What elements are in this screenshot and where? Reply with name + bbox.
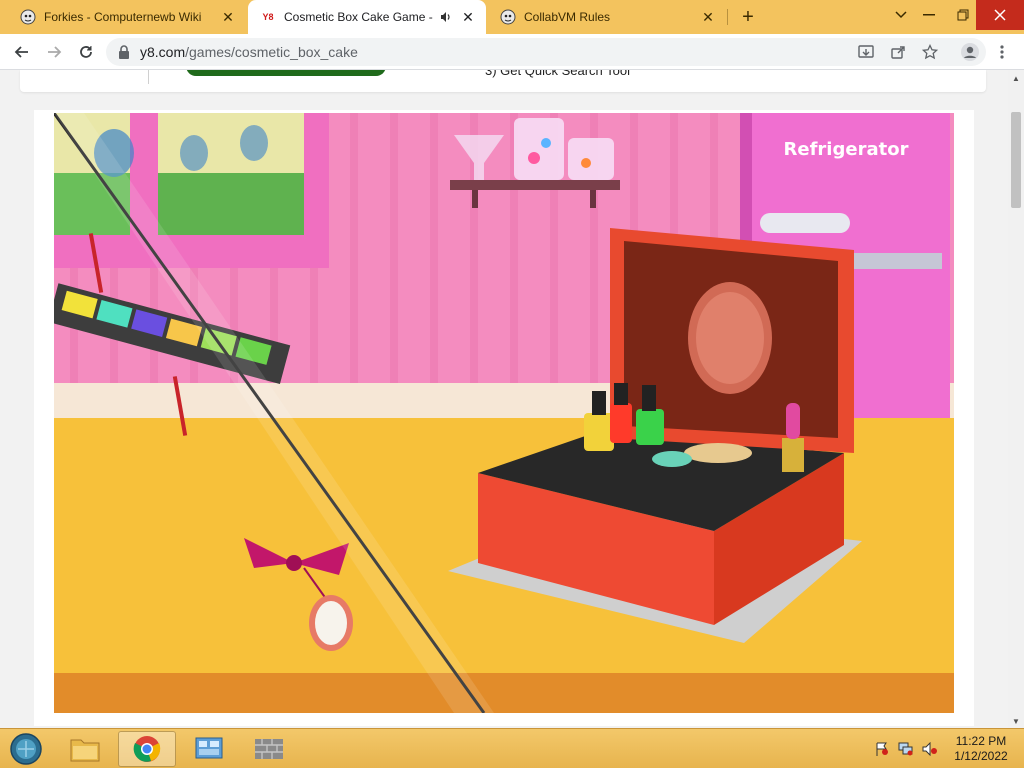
close-icon[interactable]: ✕ [220, 9, 236, 25]
scroll-thumb[interactable] [1011, 112, 1021, 208]
close-icon[interactable]: ✕ [460, 9, 476, 25]
speaker-icon[interactable] [438, 9, 454, 25]
firewall-icon[interactable] [240, 731, 298, 767]
minimize-button[interactable] [912, 0, 946, 30]
clock-time: 11:22 PM [955, 734, 1007, 748]
tab-title: Forkies - Computernewb Wiki [44, 10, 202, 24]
wiki-favicon-icon [20, 9, 36, 25]
close-icon[interactable]: ✕ [700, 9, 716, 25]
system-clock[interactable]: 11:22 PM 1/12/2022 [950, 734, 1012, 764]
tab-collabvm-rules[interactable]: CollabVM Rules ✕ [488, 0, 726, 34]
divider [148, 70, 149, 84]
taskbar: 11:22 PM 1/12/2022 [0, 728, 1024, 768]
tab-title: CollabVM Rules [524, 10, 611, 24]
collabvm-favicon-icon [500, 9, 516, 25]
install-app-icon[interactable] [854, 40, 878, 64]
scroll-up-arrow-icon[interactable]: ▲ [1012, 74, 1020, 83]
clock-date: 1/12/2022 [954, 749, 1008, 763]
menu-kebab-icon[interactable] [990, 40, 1014, 64]
start-button[interactable] [6, 731, 46, 767]
promo-banner: 3) Get Quick Search Tool [20, 70, 986, 92]
promo-text: 3) Get Quick Search Tool [485, 70, 630, 78]
tab-cosmetic-box-cake[interactable]: Y8 Cosmetic Box Cake Game - P ✕ [248, 0, 486, 34]
y8-favicon-icon: Y8 [262, 12, 274, 22]
network-icon[interactable] [898, 741, 914, 757]
tab-title: Cosmetic Box Cake Game - P [284, 10, 434, 24]
page-scrollbar[interactable]: ▲ ▼ [1008, 70, 1024, 728]
scroll-down-arrow-icon[interactable]: ▼ [1012, 717, 1020, 726]
close-window-button[interactable] [976, 0, 1024, 30]
control-panel-icon[interactable] [180, 731, 238, 767]
action-center-flag-icon[interactable] [874, 741, 890, 757]
chrome-icon[interactable] [118, 731, 176, 767]
tab-forkies[interactable]: Forkies - Computernewb Wiki ✕ [8, 0, 246, 34]
file-explorer-icon[interactable] [56, 731, 114, 767]
lock-icon[interactable] [118, 45, 132, 59]
back-button[interactable] [8, 38, 36, 66]
share-icon[interactable] [886, 40, 910, 64]
forward-button[interactable] [40, 38, 68, 66]
restore-button[interactable] [946, 0, 980, 30]
download-button[interactable] [186, 70, 386, 76]
tab-strip: Forkies - Computernewb Wiki ✕ Y8 Cosmeti… [0, 0, 1024, 34]
volume-muted-icon[interactable] [922, 741, 938, 757]
tab-separator [727, 9, 728, 25]
game-canvas[interactable]: Refrigerator [54, 113, 954, 713]
refrigerator-label: Refrigerator [784, 139, 909, 160]
bookmark-star-icon[interactable] [918, 40, 942, 64]
url-text: y8.com/games/cosmetic_box_cake [140, 44, 358, 60]
profile-avatar-icon[interactable] [958, 40, 982, 64]
reload-button[interactable] [72, 38, 100, 66]
browser-toolbar: y8.com/games/cosmetic_box_cake [0, 34, 1024, 70]
page-viewport: 3) Get Quick Search Tool Refrigerator [0, 70, 1008, 728]
new-tab-button[interactable]: + [736, 5, 760, 29]
